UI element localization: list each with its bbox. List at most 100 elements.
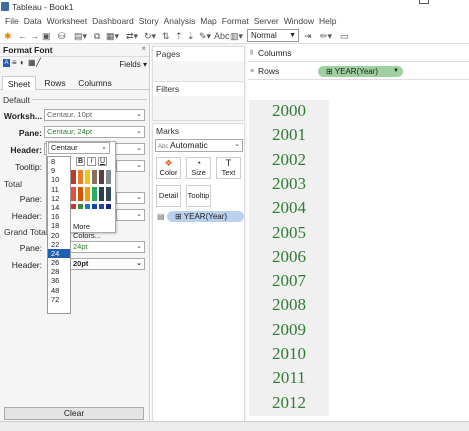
color-swatch[interactable] [78,170,83,184]
swap-icon[interactable]: ⇅ [162,31,170,41]
pane-font-field[interactable]: Centaur, 24pt ⌄ [44,126,145,138]
detail-button[interactable]: Detail [156,185,181,207]
rows-year-pill[interactable]: ⊞ YEAR(Year) ▼ [318,66,403,77]
font-size-option[interactable]: 10 [48,175,70,184]
clear-button[interactable]: Clear [4,407,144,420]
year-header-cell[interactable]: 2009 [249,320,329,340]
color-button[interactable]: ❖ Color [156,157,181,179]
font-size-option[interactable]: 9 [48,166,70,175]
color-swatch[interactable] [106,204,111,209]
redo-icon[interactable]: → [30,31,39,41]
color-swatch[interactable] [71,204,76,209]
menu-window[interactable]: Window [284,15,314,28]
font-size-option[interactable]: 11 [48,185,70,194]
add-datasource-icon[interactable]: ⛁ [58,31,66,41]
menu-format[interactable]: Format [222,15,249,28]
tab-sheet[interactable]: Sheet [2,76,36,90]
borders-icon[interactable]: ▦ [28,58,36,67]
color-swatch[interactable] [85,187,90,201]
year-header-cell[interactable]: 2001 [249,125,329,145]
color-swatch[interactable] [106,187,111,201]
duplicate-icon[interactable]: ⧉ [94,31,100,41]
underline-button[interactable]: U [98,157,107,166]
font-size-option[interactable]: 18 [48,221,70,230]
text-button[interactable]: T Text [216,157,241,179]
color-swatch[interactable] [106,170,111,184]
menu-file[interactable]: File [5,15,19,28]
year-header-cell[interactable]: 2011 [249,368,329,388]
font-family-select[interactable]: Centaur ⌄ [48,142,110,154]
save-icon[interactable]: ▣ [42,31,51,41]
total-header-field[interactable]: ⌄ [116,209,145,221]
color-swatch[interactable] [99,187,104,201]
restore-window-button[interactable] [419,0,429,4]
labels-icon[interactable]: Abc [214,31,230,41]
font-size-option[interactable]: 26 [48,258,70,267]
presentation-icon[interactable]: ▭ [340,31,349,41]
tableau-icon[interactable]: ✱ [4,31,12,41]
fix-axes-icon[interactable]: ⇥ [304,31,312,41]
color-swatch[interactable] [78,187,83,201]
highlight-icon[interactable]: ✎▾ [199,31,211,41]
fields-dropdown[interactable]: Fields ▾ [119,60,147,69]
color-swatch[interactable] [92,204,97,209]
filters-shelf[interactable] [153,96,244,120]
grand-total-header-field[interactable]: 20pt ⌄ [70,258,145,270]
tooltip-font-field[interactable]: ⌄ [116,160,145,172]
year-header-cell[interactable]: 2012 [249,393,329,413]
font-size-option[interactable]: 22 [48,240,70,249]
italic-button[interactable]: I [87,157,96,166]
mark-type-select[interactable]: Abc Automatic ⌄ [155,139,243,152]
color-swatch[interactable] [78,204,83,209]
color-swatch[interactable] [99,204,104,209]
rows-shelf[interactable]: ≡ Rows ⊞ YEAR(Year) ▼ [248,63,469,80]
close-pane-icon[interactable]: × [141,44,146,53]
clear-sheet-icon[interactable]: ▦▾ [106,31,119,41]
year-header-cell[interactable]: 2010 [249,344,329,364]
sort-asc-icon[interactable]: ⇡ [175,31,183,41]
menu-map[interactable]: Map [200,15,217,28]
more-colors-link[interactable]: More Colors... [73,222,115,240]
font-size-option[interactable]: 16 [48,212,70,221]
color-swatch[interactable] [85,170,90,184]
year-header-cell[interactable]: 2008 [249,295,329,315]
brush-icon[interactable]: ✏▾ [320,31,332,41]
menu-story[interactable]: Story [139,15,159,28]
sort-desc-icon[interactable]: ⇣ [187,31,195,41]
year-header-cell[interactable]: 2005 [249,223,329,243]
marks-year-pill[interactable]: ⊞ YEAR(Year) [167,211,244,222]
font-size-option[interactable]: 36 [48,276,70,285]
font-size-option[interactable]: 14 [48,203,70,212]
color-swatch[interactable] [71,187,76,201]
fit-select[interactable]: Normal ▼ [247,29,299,42]
menu-analysis[interactable]: Analysis [164,15,196,28]
color-swatch[interactable] [92,187,97,201]
year-header-cell[interactable]: 2004 [249,198,329,218]
menu-help[interactable]: Help [319,15,336,28]
font-size-option[interactable]: 48 [48,286,70,295]
undo-icon[interactable]: ← [18,31,27,41]
font-format-icon[interactable]: A [3,59,10,67]
worksheet-font-field[interactable]: Centaur, 10pt ⌄ [44,109,145,121]
menu-dashboard[interactable]: Dashboard [92,15,134,28]
year-header-cell[interactable]: 2007 [249,271,329,291]
shading-icon[interactable]: ◐ [20,58,25,67]
color-swatch[interactable] [99,170,104,184]
color-swatch[interactable] [71,170,76,184]
font-size-option[interactable]: 72 [48,295,70,304]
pages-shelf[interactable] [153,61,244,83]
year-header-cell[interactable]: 2006 [249,247,329,267]
tooltip-button[interactable]: Tooltip [186,185,211,207]
year-header-cell[interactable]: 2003 [249,174,329,194]
menu-data[interactable]: Data [24,15,42,28]
menu-worksheet[interactable]: Worksheet [47,15,87,28]
pause-updates-icon[interactable]: ⇄▾ [126,31,138,41]
tab-columns[interactable]: Columns [74,76,116,90]
color-swatch[interactable] [85,204,90,209]
total-pane-field[interactable]: ⌄ [116,192,145,204]
font-size-option[interactable]: 12 [48,194,70,203]
grand-total-pane-field[interactable]: 24pt ⌄ [70,241,145,253]
columns-shelf[interactable]: ⦀ Columns [248,45,469,62]
font-size-option[interactable]: 28 [48,267,70,276]
new-worksheet-icon[interactable]: ▤▾ [74,31,87,41]
